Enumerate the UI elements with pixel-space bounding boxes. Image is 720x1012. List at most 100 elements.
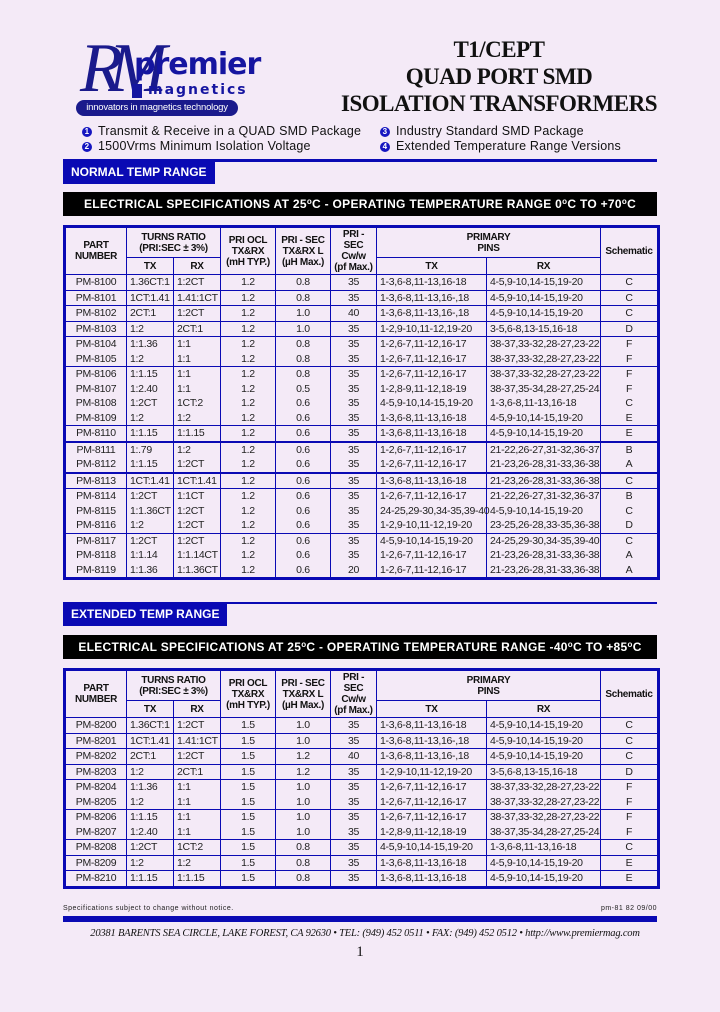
turns-rx-cell: 1:1.14CT [173, 548, 221, 563]
header-primary-pins: PRIMARY PINS [376, 225, 601, 259]
header-turns-rx: RX [173, 257, 221, 275]
pins-tx-cell: 1-3,6-8,11-13,16-18 [376, 854, 487, 871]
schematic-cell: C [600, 289, 659, 306]
turns-rx-cell: 1:2CT [173, 305, 221, 321]
title-line-1: T1/CEPT [453, 37, 545, 62]
pins-tx-cell: 1-2,6-7,11-12,16-17 [376, 457, 487, 473]
table-row: PM-8119 1:1.36 1:1.36CT 1.2 0.6 20 1-2,6-7,11-… [64, 562, 659, 579]
leakage-cell: 0.6 [275, 562, 331, 579]
header-part-number: PART NUMBER [64, 226, 127, 275]
pri-ocl-cell: 1.2 [220, 440, 276, 457]
leakage-cell: 0.6 [275, 548, 331, 563]
turns-rx-cell: 1:2 [173, 440, 221, 457]
spec-text: C [627, 197, 637, 211]
leakage-cell: 1.0 [275, 809, 331, 825]
schematic-cell: B [600, 440, 659, 457]
header-schematic: Schematic [600, 669, 659, 718]
turns-rx-cell: 1:1 [173, 779, 221, 795]
pins-rx-cell: 38-37,35-34,28-27,25-24 [486, 381, 601, 396]
part-number-cell: PM-8101 [64, 289, 127, 306]
capacitance-cell: 35 [330, 396, 377, 411]
pri-ocl-cell: 1.5 [220, 839, 276, 855]
pri-ocl-cell: 1.2 [220, 396, 276, 411]
turns-rx-cell: 1:2CT [173, 457, 221, 473]
pins-tx-cell: 1-2,9-10,11-12,19-20 [376, 518, 487, 533]
turns-tx-cell: 1:2.40 [126, 824, 174, 840]
table-row: PM-8106 1:1.15 1:1 1.2 0.8 35 1-2,6-7,11-12,16… [64, 366, 659, 382]
capacitance-cell: 35 [330, 809, 377, 825]
schematic-cell: C [600, 305, 659, 321]
table-row: PM-8208 1:2CT 1CT:2 1.5 0.8 35 4-5,9-10,14-15,… [64, 839, 659, 855]
pins-tx-cell: 1-2,6-7,11-12,16-17 [376, 548, 487, 563]
part-number-cell: PM-8115 [64, 503, 127, 518]
turns-tx-cell: 1:1.36CT [126, 503, 174, 518]
schematic-cell: C [600, 748, 659, 764]
part-number-cell: PM-8111 [64, 440, 127, 457]
pri-ocl-cell: 1.2 [220, 503, 276, 518]
turns-rx-cell: 1.41:1CT [173, 289, 221, 306]
document-title: T1/CEPT QUAD PORT SMD ISOLATION TRANSFOR… [340, 36, 658, 117]
header-pins-rx: RX [486, 257, 601, 275]
turns-tx-cell: 1:1.36 [126, 336, 174, 352]
pins-rx-cell: 4-5,9-10,14-15,19-20 [486, 870, 601, 887]
schematic-cell: F [600, 809, 659, 825]
pri-ocl-cell: 1.2 [220, 410, 276, 426]
turns-tx-cell: 1:1.15 [126, 809, 174, 825]
schematic-cell: D [600, 320, 659, 337]
turns-rx-cell: 1CT:2 [173, 396, 221, 411]
pins-tx-cell: 1-3,6-8,11-13,16-,18 [376, 732, 487, 749]
pins-rx-cell: 21-22,26-27,31-32,36-37 [486, 440, 601, 457]
turns-tx-cell: 1:2 [126, 320, 174, 337]
part-number-cell: PM-8103 [64, 320, 127, 337]
pri-ocl-cell: 1.2 [220, 289, 276, 306]
title-line-2: QUAD PORT SMD [405, 64, 593, 89]
schematic-cell: F [600, 794, 659, 810]
turns-tx-cell: 1:1.15 [126, 457, 174, 473]
turns-tx-cell: 1:2 [126, 794, 174, 810]
logo-tagline: innovators in magnetics technology [76, 100, 238, 116]
turns-tx-cell: 1:1.15 [126, 366, 174, 382]
pins-rx-cell: 38-37,33-32,28-27,23-22 [486, 336, 601, 352]
pri-ocl-cell: 1.2 [220, 381, 276, 396]
part-number-cell: PM-8207 [64, 824, 127, 840]
schematic-cell: F [600, 351, 659, 367]
pins-rx-cell: 4-5,9-10,14-15,19-20 [486, 305, 601, 321]
pins-tx-cell: 1-2,6-7,11-12,16-17 [376, 488, 487, 504]
pins-rx-cell: 1-3,6-8,11-13,16-18 [486, 396, 601, 411]
pri-ocl-cell: 1.5 [220, 763, 276, 780]
turns-tx-cell: 1:.79 [126, 440, 174, 457]
part-number-cell: PM-8106 [64, 366, 127, 382]
pins-rx-cell: 4-5,9-10,14-15,19-20 [486, 748, 601, 764]
header-turns-tx: TX [126, 257, 174, 275]
turns-rx-cell: 1:1 [173, 809, 221, 825]
feature-text: 1500Vrms Minimum Isolation Voltage [98, 139, 311, 153]
turns-tx-cell: 1:2.40 [126, 381, 174, 396]
table-row: PM-8100 1.36CT:1 1:2CT 1.2 0.8 35 1-3,6-8,11-1… [64, 274, 659, 290]
schematic-cell: C [600, 396, 659, 411]
turns-rx-cell: 1:1.15 [173, 425, 221, 442]
pins-rx-cell: 4-5,9-10,14-15,19-20 [486, 410, 601, 426]
capacitance-cell: 35 [330, 457, 377, 473]
pins-tx-cell: 1-3,6-8,11-13,16-18 [376, 471, 487, 489]
part-number-cell: PM-8104 [64, 336, 127, 352]
pins-rx-cell: 4-5,9-10,14-15,19-20 [486, 289, 601, 306]
leakage-cell: 0.6 [275, 440, 331, 457]
leakage-cell: 1.0 [275, 320, 331, 337]
leakage-cell: 0.8 [275, 854, 331, 871]
table-row: PM-8105 1:2 1:1 1.2 0.8 35 1-2,6-7,11-12,16-17… [64, 351, 659, 367]
turns-tx-cell: 1:2CT [126, 488, 174, 504]
part-number-cell: PM-8118 [64, 548, 127, 563]
turns-tx-cell: 1:1.15 [126, 425, 174, 442]
leakage-cell: 0.8 [275, 351, 331, 367]
pri-ocl-cell: 1.5 [220, 809, 276, 825]
table-row: PM-8109 1:2 1:2 1.2 0.6 35 1-3,6-8,11-13,16-18… [64, 410, 659, 426]
schematic-cell: C [600, 274, 659, 290]
capacitance-cell: 35 [330, 289, 377, 306]
header-capacitance: PRI - SEC Cw/w (pf Max.) [330, 226, 377, 275]
part-number-cell: PM-8107 [64, 381, 127, 396]
part-number-cell: PM-8204 [64, 779, 127, 795]
table-row: PM-8116 1:2 1:2CT 1.2 0.6 35 1-2,9-10,11-12,19… [64, 518, 659, 533]
turns-rx-cell: 1CT:1.41 [173, 471, 221, 489]
extended-temp-range-label: EXTENDED TEMP RANGE [63, 602, 228, 626]
pri-ocl-cell: 1.2 [220, 518, 276, 533]
